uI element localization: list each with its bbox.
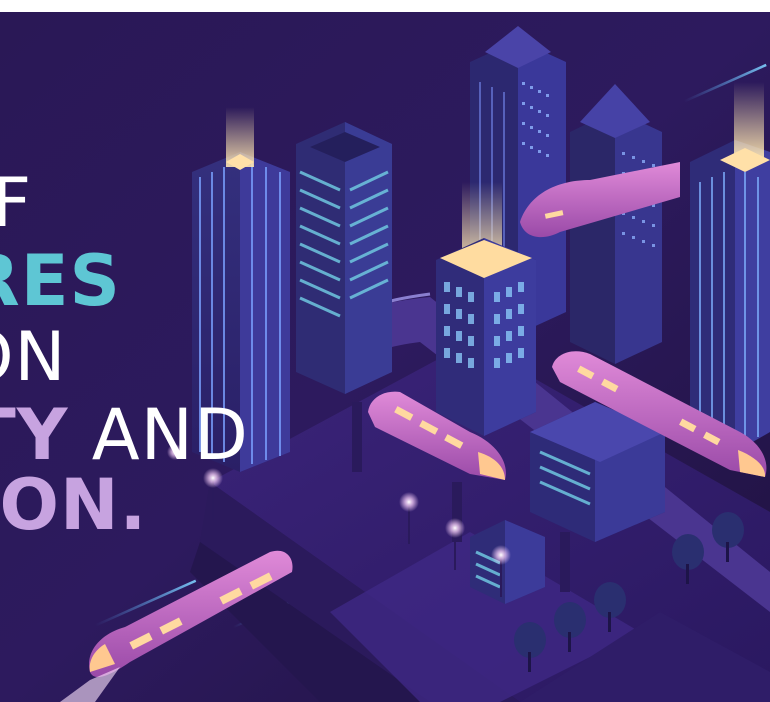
hero-banner: F URES ON TY AND ATION.: [0, 12, 770, 702]
tower-striped: [296, 122, 392, 394]
isometric-city-illustration: [0, 12, 770, 702]
